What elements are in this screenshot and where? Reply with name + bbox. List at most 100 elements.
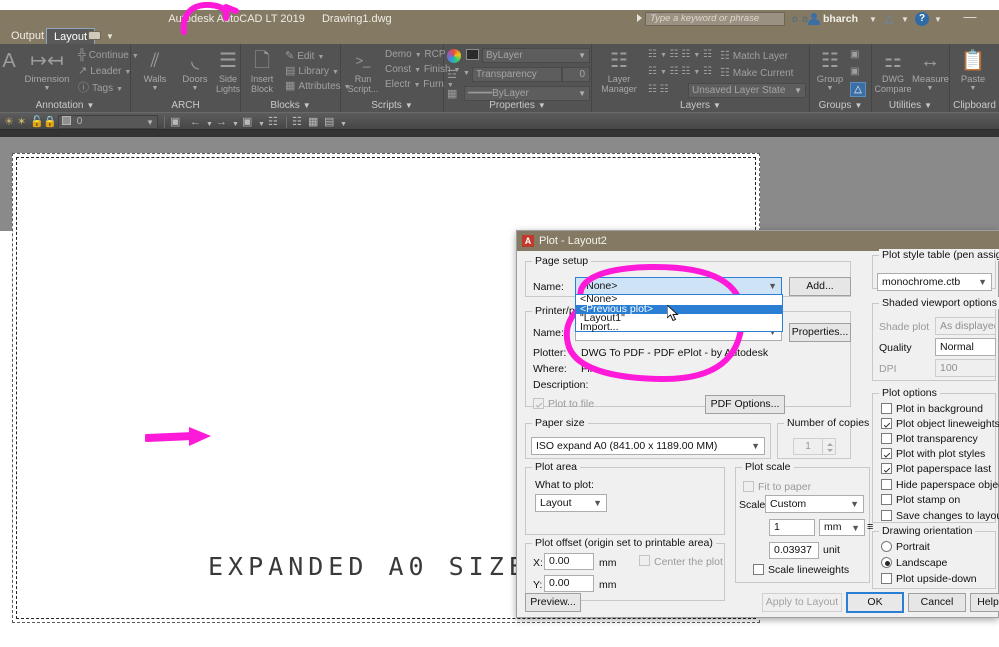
layer-on-icon[interactable]: ☀ — [4, 116, 14, 128]
minimize-button[interactable]: — — [960, 10, 980, 26]
layer-state-combo[interactable]: Unsaved Layer State ▼ — [688, 83, 806, 98]
copies-stepper[interactable] — [823, 438, 836, 455]
edit-block-button[interactable]: ✎ Edit ▼ — [285, 49, 324, 62]
portrait-radio[interactable] — [881, 541, 892, 552]
chevron-down-icon[interactable]: ▼ — [768, 278, 777, 294]
walls-button[interactable]: ⫽ Walls ▼ — [135, 48, 175, 92]
preview-button[interactable]: Preview... — [525, 593, 581, 612]
color-combo[interactable]: ByLayer ▼ — [482, 48, 590, 63]
library-button[interactable]: ▤ Library ▼ — [285, 64, 339, 77]
group-button[interactable]: ☷ Group ▼ — [812, 48, 848, 92]
panel-label-scripts[interactable]: Scripts ▼ — [341, 100, 443, 111]
layer-toggles-row2[interactable]: ☷ ▼ ☷ ☷ ▼ ☷ — [648, 66, 712, 77]
scale-lineweights-checkbox[interactable] — [753, 564, 764, 575]
binoculars-icon[interactable]: ☼☼ — [790, 13, 810, 25]
tab-output[interactable]: Output — [4, 28, 51, 44]
layer-copy-icon[interactable]: ▤ — [324, 116, 334, 128]
panel-label-arch[interactable]: ARCH — [131, 100, 240, 111]
user-chevron-down-icon[interactable]: ▼ — [869, 15, 877, 24]
panel-label-annotation[interactable]: Annotation ▼ — [0, 100, 130, 111]
dimension-button[interactable]: ↦↤ Dimension ▼ — [20, 48, 74, 92]
hide-paperspace-objects-checkbox[interactable] — [881, 479, 892, 490]
panel-label-groups[interactable]: Groups ▼ — [810, 100, 871, 111]
drawing-text[interactable]: EXPANDED A0 SIZE — [208, 552, 529, 581]
workspace-icon[interactable] — [88, 31, 101, 40]
plot-paperspace-last-checkbox[interactable] — [881, 463, 892, 474]
shade-plot-combo[interactable]: As displayed — [935, 317, 996, 335]
leader-button[interactable]: ↗ Leader ▼ — [78, 64, 131, 77]
linetype-combo[interactable]: ━━━━ByLayer ▼ — [464, 86, 590, 101]
help-icon[interactable]: ? — [915, 12, 929, 26]
layer-properties-icon[interactable]: ▣ — [170, 116, 180, 128]
text-button[interactable]: A — [0, 48, 18, 74]
layer-manager-button[interactable]: ☷ Layer Manager — [595, 48, 643, 94]
plot-object-lineweights-checkbox[interactable] — [881, 418, 892, 429]
landscape-radio[interactable] — [881, 557, 892, 568]
plot-transparency-checkbox[interactable] — [881, 433, 892, 444]
dwg-compare-button[interactable]: ⚏ DWG Compare — [874, 48, 912, 94]
workspace-chevron-down-icon[interactable]: ▼ — [106, 32, 114, 41]
continue-button[interactable]: ╬ Continue ▼ — [78, 49, 139, 61]
copies-input[interactable]: 1 — [793, 438, 823, 455]
user-icon[interactable] — [808, 13, 820, 25]
share-icon[interactable]: △ — [885, 13, 897, 25]
panel-label-clipboard[interactable]: Clipboard — [950, 100, 999, 111]
side-lights-button[interactable]: ☰ Side Lights — [213, 48, 243, 94]
panel-label-blocks[interactable]: Blocks ▼ — [241, 100, 340, 111]
run-script-button[interactable]: >_ Run Script... — [343, 48, 383, 94]
scale-unit-combo[interactable]: mm ▼ — [819, 519, 865, 536]
chevron-down-icon[interactable]: ▼ — [751, 438, 760, 454]
layer-match-icon[interactable]: ☷ — [292, 116, 302, 128]
ungroup-button[interactable]: ▣ — [850, 49, 859, 60]
plot-upside-down-checkbox[interactable] — [881, 573, 892, 584]
dpi-input[interactable]: 100 — [935, 359, 996, 377]
what-to-plot-combo[interactable]: Layout ▼ — [535, 494, 607, 512]
username-label[interactable]: bharch — [823, 12, 858, 26]
panel-label-properties[interactable]: Properties ▼ — [444, 100, 591, 111]
layer-freeze-icon[interactable]: ✶ — [17, 116, 26, 128]
help-chevron-down-icon[interactable]: ▼ — [934, 15, 942, 24]
color-swatch[interactable] — [466, 49, 479, 60]
search-input[interactable]: Type a keyword or phrase — [645, 12, 785, 26]
plot-dialog[interactable]: A Plot - Layout2 Page setup Name: <None>… — [516, 230, 999, 618]
group-selection-toggle[interactable]: △ — [850, 82, 866, 97]
chevron-down-icon[interactable]: ▼ — [593, 495, 602, 511]
save-changes-to-layout-checkbox[interactable] — [881, 510, 892, 521]
paper-size-combo[interactable]: ISO expand A0 (841.00 x 1189.00 MM) ▼ — [531, 437, 765, 455]
layer-state-icon[interactable]: ☷ — [268, 116, 278, 128]
scale-combo[interactable]: Custom ▼ — [765, 495, 864, 513]
scale-denominator-input[interactable]: 0.03937 — [769, 542, 819, 559]
transparency-value-field[interactable]: 0 — [562, 67, 590, 82]
quality-combo[interactable]: Normal — [935, 338, 996, 356]
layer-plot-icon[interactable]: 🔒 — [43, 116, 57, 128]
plot-stamp-on-checkbox[interactable] — [881, 494, 892, 505]
scale-numerator-input[interactable]: 1 — [769, 519, 815, 536]
search-expand-icon[interactable] — [637, 14, 642, 22]
undo-icon[interactable]: ← — [190, 116, 201, 128]
apply-to-layout-button[interactable]: Apply to Layout — [762, 593, 842, 612]
color-wheel-icon[interactable] — [447, 49, 461, 63]
paste-button[interactable]: 📋 Paste ▼ — [954, 48, 992, 92]
tags-button[interactable]: ⓘ Tags ▼ — [78, 79, 123, 95]
chevron-down-icon[interactable]: ▼ — [851, 520, 860, 535]
chevron-down-icon[interactable]: ▼ — [850, 496, 859, 512]
redo-icon[interactable]: → — [216, 116, 227, 128]
layer-toggles-row1[interactable]: ☷ ▼ ☷ ☷ ▼ ☷ — [648, 49, 712, 60]
dropdown-item-import[interactable]: Import... — [576, 322, 782, 333]
plot-with-plot-styles-checkbox[interactable] — [881, 448, 892, 459]
layer-combo[interactable]: 0 ▼ — [58, 115, 158, 129]
doors-button[interactable]: ◟ Doors ▼ — [175, 48, 215, 92]
add-page-setup-button[interactable]: Add... — [789, 277, 851, 296]
measure-button[interactable]: ↔ Measure ▼ — [912, 48, 949, 92]
help-button[interactable]: Help — [970, 593, 999, 612]
transparency-chevron-down-icon[interactable]: ▼ — [463, 70, 470, 77]
transparency-field[interactable]: Transparency — [472, 67, 562, 82]
ok-button[interactable]: OK — [846, 592, 904, 613]
offset-x-input[interactable]: 0.00 — [544, 553, 594, 570]
chevron-down-icon[interactable]: ▼ — [978, 274, 987, 290]
plot-style-combo[interactable]: monochrome.ctb ▼ — [877, 273, 992, 291]
printer-properties-button[interactable]: Properties... — [789, 323, 851, 342]
group-edit-button[interactable]: ▣ — [850, 66, 859, 77]
match-layer-button[interactable]: ☷ Match Layer — [720, 49, 788, 62]
offset-y-input[interactable]: 0.00 — [544, 575, 594, 592]
